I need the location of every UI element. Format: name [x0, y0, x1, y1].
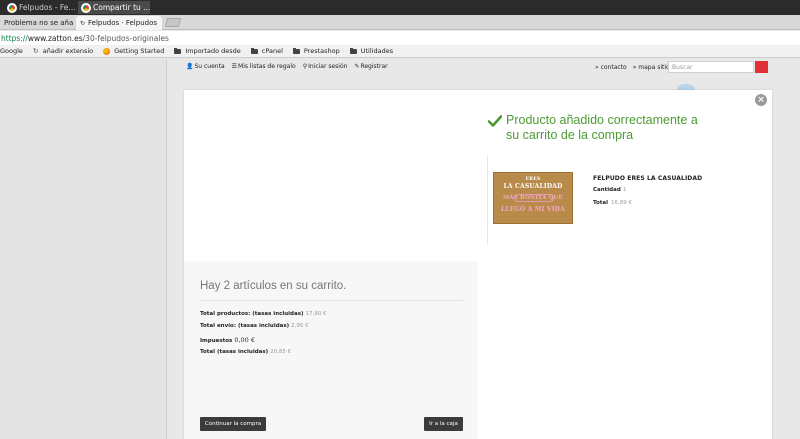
bookmark-google[interactable]: Google [0, 47, 23, 55]
page-background [0, 59, 166, 439]
bookmark-folder[interactable]: cPanel [250, 47, 283, 55]
user-icon: 👤 [186, 63, 194, 70]
quantity-label: Cantidad [593, 187, 621, 193]
tab-title: Felpudos · Felpudos [88, 19, 158, 27]
quantity-value: 1 [623, 187, 627, 193]
chrome-icon [81, 2, 91, 13]
folder-icon [292, 47, 300, 54]
bookmark-folder[interactable]: Prestashop [292, 47, 340, 55]
browser-tab[interactable]: ↻Felpudos · Felpudos× [76, 16, 162, 30]
chrome-icon [7, 2, 17, 13]
total-label: Total [593, 200, 609, 206]
tab-title: Problema no se aña [4, 19, 74, 27]
bookmark-folder[interactable]: Utilidades [349, 47, 393, 55]
mat-text: ERES [525, 177, 541, 182]
url-path: /30-felpudos-originales [82, 33, 169, 43]
taskbar-task[interactable]: Felpudos - Fe... [4, 1, 78, 14]
checkout-button[interactable]: Ir a la caja [424, 417, 463, 431]
product-name: FELPUDO ERES LA CASUALIDAD [593, 175, 703, 182]
divider [200, 300, 463, 301]
nav-account[interactable]: 👤Su cuenta [186, 63, 225, 70]
summary-row: Total envío: (tasas incluidas) 2,95 € [200, 323, 309, 329]
firefox-icon [103, 47, 111, 55]
bookmark-extension[interactable]: ↻ añadir extensio [33, 47, 93, 55]
mat-text: LA CASUALIDAD [503, 183, 563, 190]
summary-row: Total (tasas incluidas) 20,85 € [200, 349, 292, 355]
folder-icon [250, 47, 258, 54]
nav-register[interactable]: ✎Registrar [354, 63, 387, 70]
url-host: www.zatton.es [27, 33, 83, 43]
check-icon [488, 115, 502, 127]
success-message: Producto añadido correctamente a su carr… [506, 113, 698, 142]
sitemap-link[interactable]: » mapa sitio [633, 64, 670, 71]
product-image: ERES LA CASUALIDAD MÁS BONITA QUE LLEGÓ … [493, 172, 573, 224]
total-value: 16,89 € [611, 200, 632, 206]
bookmark-getting-started[interactable]: Getting Started [103, 47, 164, 55]
key-icon: ⚲ [302, 63, 308, 70]
address-bar[interactable]: https://www.zatton.es/30-felpudos-origin… [0, 31, 800, 45]
new-tab-button[interactable] [164, 18, 182, 27]
refresh-icon: ↻ [32, 47, 39, 55]
list-icon: ☰ [231, 63, 238, 70]
browser-tab[interactable]: Problema no se aña× [0, 16, 74, 30]
os-taskbar: Felpudos - Fe... Compartir tu ... [0, 0, 800, 15]
nav-gift-lists[interactable]: ☰Mis listas de regalo [232, 63, 296, 70]
taskbar-task[interactable]: Compartir tu ... [78, 1, 150, 14]
continue-shopping-button[interactable]: Continuar la compra [200, 417, 266, 431]
summary-row: Total productos: (tasas incluidas) 17,90 … [200, 311, 327, 317]
mat-text: MÁS BONITA QUE [503, 195, 563, 201]
search-input[interactable]: Buscar [668, 61, 754, 73]
nav-login[interactable]: ⚲Iniciar sesión [303, 63, 348, 70]
cart-title: Hay 2 artículos en su carrito. [200, 280, 347, 292]
header-links: » contacto » mapa sitio [595, 64, 670, 71]
tab-close-icon[interactable]: × [161, 19, 162, 27]
mat-text: LLEGÓ A MI VIDA [500, 206, 566, 213]
folder-icon [349, 47, 357, 54]
divider [487, 155, 488, 245]
summary-row: Impuestos 0,00 € [200, 336, 256, 344]
close-icon[interactable]: × [755, 94, 767, 106]
site-user-nav: 👤Su cuenta ☰Mis listas de regalo ⚲Inicia… [186, 63, 388, 70]
search-button[interactable] [755, 61, 768, 73]
tab-loading-icon: ↻ [80, 19, 86, 27]
url-scheme: https:// [1, 33, 28, 43]
bookmarks-bar: Google ↻ añadir extensio Getting Started … [0, 45, 800, 58]
contact-link[interactable]: » contacto [595, 64, 627, 71]
bookmark-folder[interactable]: Importado desde [174, 47, 241, 55]
edit-icon: ✎ [354, 63, 360, 70]
browser-tab-bar: Problema no se aña× ↻Felpudos · Felpudos… [0, 15, 800, 30]
folder-icon [174, 47, 182, 54]
